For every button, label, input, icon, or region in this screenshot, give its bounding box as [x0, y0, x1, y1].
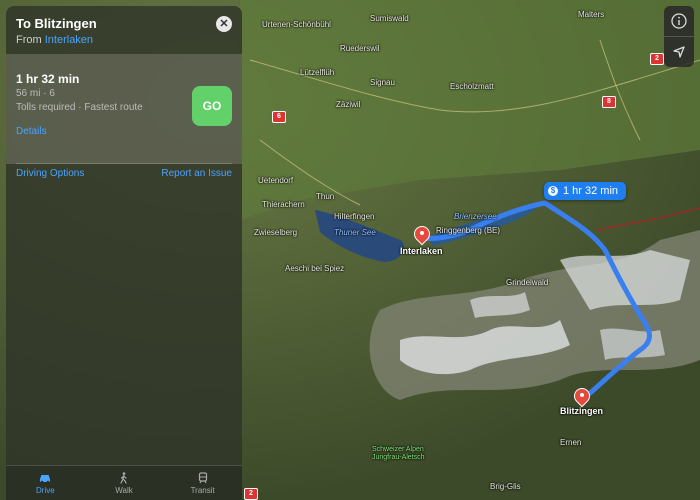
details-link[interactable]: Details [16, 126, 47, 137]
route-duration: 1 hr 32 min [16, 72, 80, 86]
driving-options-link[interactable]: Driving Options [16, 168, 84, 179]
mode-drive[interactable]: Drive [6, 466, 85, 500]
divider [16, 163, 232, 164]
road-shield: 2 [650, 53, 664, 65]
route-distance: 56 mi · 6 [16, 88, 55, 99]
map-label: Sumiswald [370, 14, 409, 23]
toll-icon: $ [548, 186, 558, 196]
info-icon [671, 13, 687, 29]
mode-transit[interactable]: Transit [163, 466, 242, 500]
location-arrow-icon [673, 46, 685, 58]
directions-panel: To Blitzingen From Interlaken ✕ 1 hr 32 … [6, 6, 242, 500]
mode-label: Walk [115, 485, 133, 495]
road-shield: 8 [602, 96, 616, 108]
map-label: Malters [578, 10, 605, 19]
origin-line: From Interlaken [16, 34, 232, 46]
transport-mode-bar: Drive Walk Transit [6, 465, 242, 500]
route-time-callout[interactable]: $ 1 hr 32 min [544, 182, 627, 200]
map-label: Ruederswil [340, 44, 380, 53]
route-option-card[interactable]: 1 hr 32 min 56 mi · 6 Tolls required · F… [6, 54, 242, 164]
go-button[interactable]: GO [192, 86, 232, 126]
map-label: Zäziwil [336, 100, 361, 109]
destination-title: To Blitzingen [16, 16, 97, 31]
walk-icon [120, 471, 127, 484]
map-label: Lützelflüh [300, 68, 335, 77]
car-icon [40, 474, 51, 483]
map-label: Ringgenberg (BE) [436, 226, 501, 235]
map-label: Signau [370, 78, 395, 87]
map-label: Brig-Glis [490, 482, 521, 491]
road-shield: 6 [272, 111, 286, 123]
map-label: Thun [316, 192, 335, 201]
map-label: Urtenen-Schönbühl [262, 20, 331, 29]
mode-label: Drive [36, 485, 55, 495]
report-issue-link[interactable]: Report an Issue [161, 168, 232, 179]
mode-label: Transit [190, 485, 215, 495]
close-button[interactable]: ✕ [216, 16, 232, 32]
map-label: Escholzmatt [450, 82, 494, 91]
route-callout-time: 1 hr 32 min [563, 185, 619, 197]
from-prefix: From [16, 34, 42, 46]
map-label: Zwieselberg [254, 228, 298, 237]
map-label: Hilterfingen [334, 212, 375, 221]
locate-button[interactable] [664, 37, 694, 67]
transit-icon [198, 471, 207, 483]
map-label: Aeschi bei Spiez [285, 264, 345, 273]
options-row: Driving Options Report an Issue [16, 168, 232, 179]
lake-label: Brienzersee [454, 212, 497, 221]
mode-walk[interactable]: Walk [85, 466, 164, 500]
origin-link[interactable]: Interlaken [45, 34, 93, 46]
origin-pin-icon[interactable] [410, 222, 434, 248]
info-button[interactable] [664, 6, 694, 36]
map-label: Ernen [560, 438, 582, 447]
map-label: Uetendorf [258, 176, 294, 185]
road-shield: 2 [244, 488, 258, 500]
map-controls [664, 6, 694, 67]
map-label: Thierachern [262, 200, 305, 209]
route-note: Tolls required · Fastest route [16, 102, 143, 113]
lake-label: Thuner See [334, 228, 376, 237]
map-label: Schweizer Alpen Jungfrau-Aletsch [372, 446, 425, 461]
map-label: Grindelwald [506, 278, 549, 287]
destination-pin-icon[interactable] [570, 384, 594, 410]
panel-header: To Blitzingen From Interlaken ✕ [6, 6, 242, 60]
